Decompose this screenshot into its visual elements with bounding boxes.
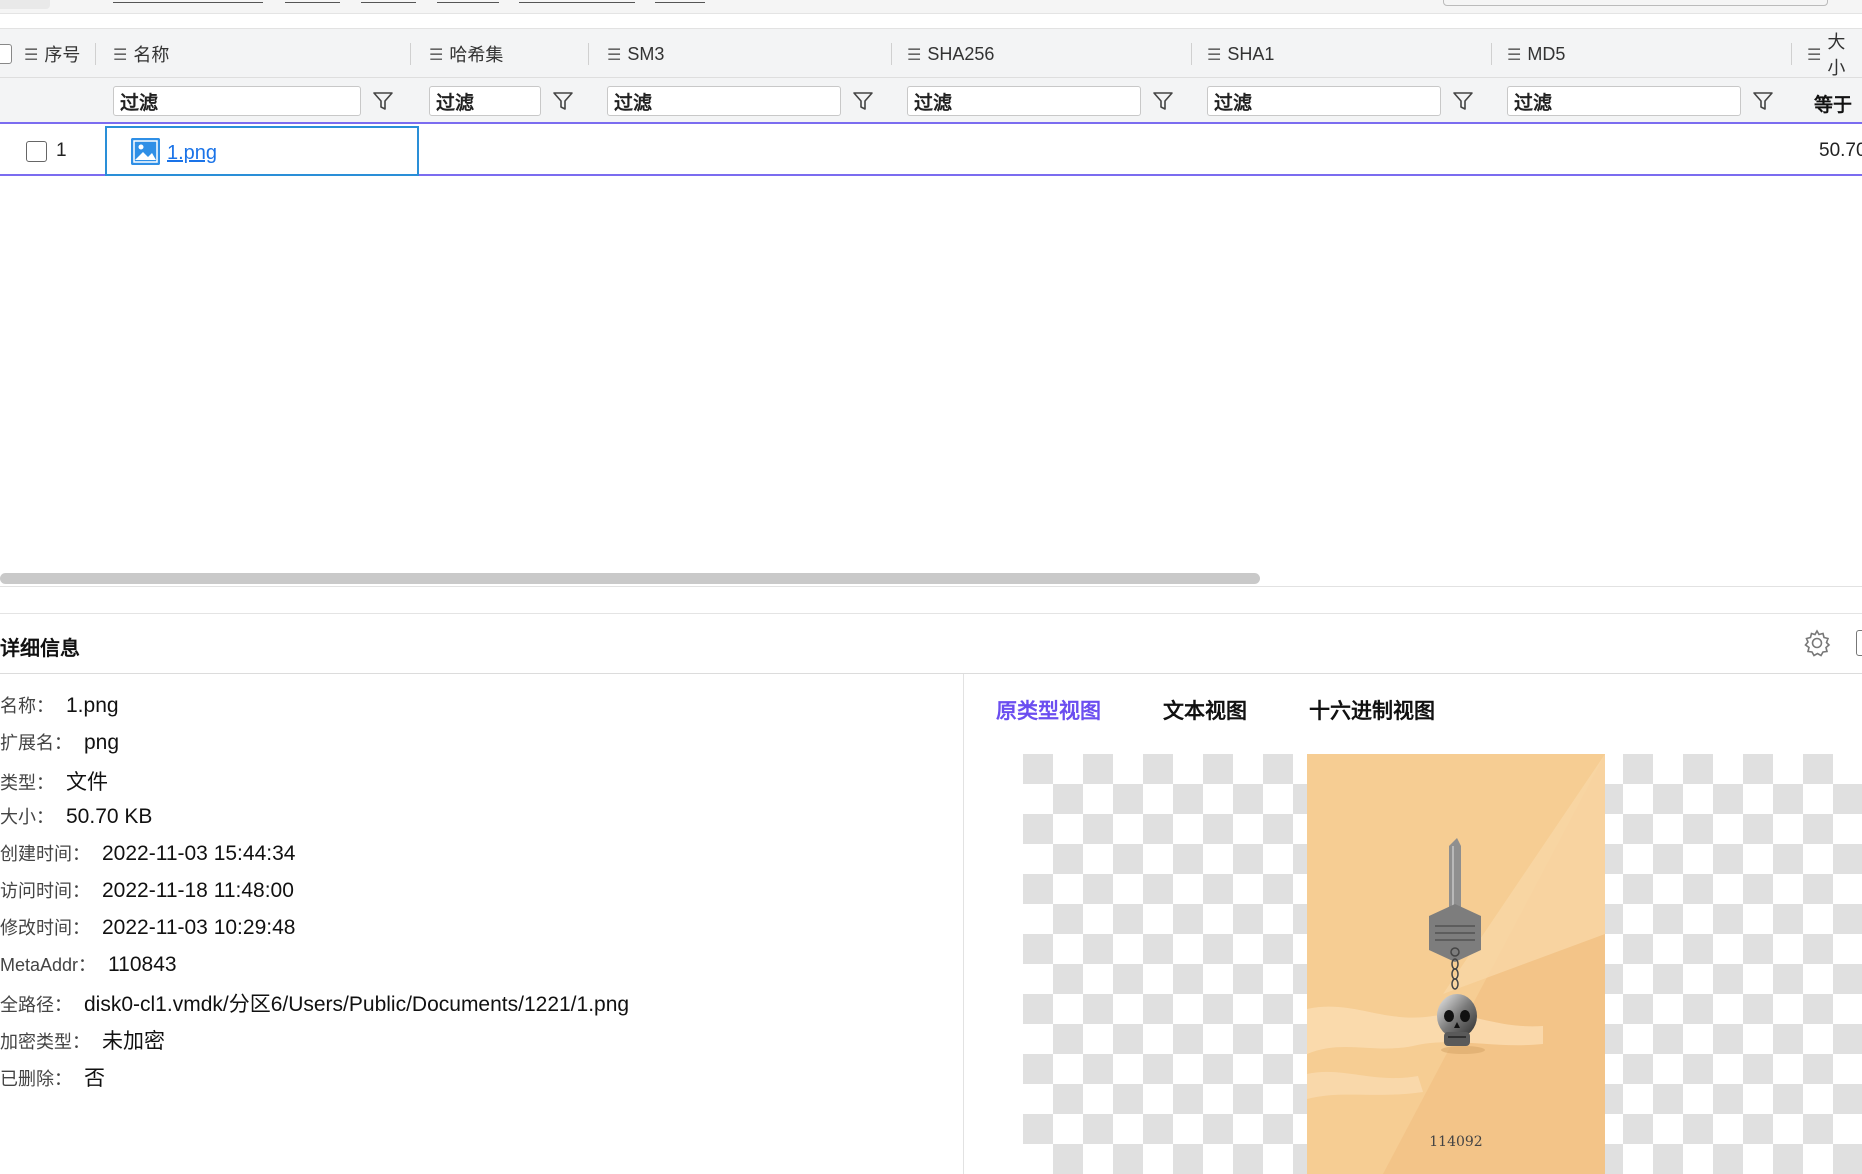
column-header-md5[interactable]: ☰ MD5 xyxy=(1507,29,1792,79)
image-preview: 114092 xyxy=(1023,754,1862,1174)
top-link-2[interactable] xyxy=(285,0,340,3)
list-icon: ☰ xyxy=(907,44,922,64)
filter-icon[interactable] xyxy=(549,86,577,116)
filter-row: 等于 xyxy=(0,78,1862,124)
column-header-size[interactable]: ☰ 大小 xyxy=(1807,29,1862,79)
row-checkbox[interactable] xyxy=(26,141,47,162)
detail-field-size: 大小： 50.70 KB xyxy=(0,805,153,828)
filter-icon[interactable] xyxy=(1749,86,1777,116)
top-link-1[interactable] xyxy=(113,0,263,3)
column-header-sha256[interactable]: ☰ SHA256 xyxy=(907,29,1192,79)
top-link-6[interactable] xyxy=(655,0,705,3)
horizontal-scrollbar[interactable] xyxy=(0,573,1260,584)
detail-field-extension: 扩展名： png xyxy=(0,731,120,754)
top-tab-stub[interactable] xyxy=(0,0,50,9)
file-name-link[interactable]: 1.png xyxy=(167,142,217,165)
list-icon: ☰ xyxy=(1807,44,1822,64)
details-title: 详细信息 xyxy=(0,638,80,660)
row-index: 1 xyxy=(56,140,67,161)
detail-field-metaaddr: MetaAddr： 110843 xyxy=(0,953,177,976)
hashset-filter xyxy=(429,86,577,116)
hashset-filter-input[interactable] xyxy=(429,86,541,116)
column-header-hashset[interactable]: ☰ 哈希集 xyxy=(429,29,589,79)
detail-field-modified: 修改时间： 2022-11-03 10:29:48 xyxy=(0,916,296,939)
sm3-filter-input[interactable] xyxy=(607,86,841,116)
name-filter xyxy=(113,86,397,116)
filter-icon[interactable] xyxy=(849,86,877,116)
divider xyxy=(0,586,1862,587)
panel-splitter[interactable] xyxy=(0,613,1862,614)
top-link-3[interactable] xyxy=(361,0,416,3)
column-header-sm3[interactable]: ☰ SM3 xyxy=(607,29,892,79)
preview-poster: 114092 xyxy=(1307,754,1605,1174)
details-split xyxy=(963,674,964,1174)
divider xyxy=(0,673,1862,674)
maximize-icon[interactable] xyxy=(1856,630,1862,656)
column-header-index[interactable]: ☰ 序号 xyxy=(24,29,96,79)
table-header: ☰ 序号 ☰ 名称 ☰ 哈希集 ☰ SM3 ☰ SHA256 ☰ SHA1 ☰ MD5 ☰ 大小 xyxy=(0,28,1862,78)
select-all-checkbox[interactable] xyxy=(0,44,12,64)
preview-caption: 114092 xyxy=(1429,1134,1482,1150)
gear-icon[interactable] xyxy=(1802,628,1832,658)
detail-field-type: 类型： 文件 xyxy=(0,771,108,794)
column-header-name[interactable]: ☰ 名称 xyxy=(113,29,411,79)
md5-filter xyxy=(1507,86,1777,116)
tab-original-view[interactable]: 原类型视图 xyxy=(996,695,1101,725)
tab-text-view[interactable]: 文本视图 xyxy=(1163,695,1247,725)
sha1-filter-input[interactable] xyxy=(1207,86,1441,116)
filter-icon[interactable] xyxy=(1149,86,1177,116)
size-filter-operator[interactable]: 等于 xyxy=(1814,90,1852,117)
top-link-5[interactable] xyxy=(519,0,635,3)
filter-icon[interactable] xyxy=(369,86,397,116)
image-file-icon xyxy=(131,137,160,165)
sha1-filter xyxy=(1207,86,1477,116)
detail-field-fullpath: 全路径： disk0-cl1.vmdk/分区6/Users/Public/Docu… xyxy=(0,993,630,1016)
filter-icon[interactable] xyxy=(1449,86,1477,116)
top-toolbar xyxy=(0,0,1862,14)
detail-field-encryption: 加密类型： 未加密 xyxy=(0,1030,165,1053)
detail-field-deleted: 已删除：否 xyxy=(0,1067,105,1090)
name-cell[interactable]: 1.png xyxy=(105,126,419,176)
detail-field-created: 创建时间： 2022-11-03 15:44:34 xyxy=(0,842,296,865)
list-icon: ☰ xyxy=(1507,44,1522,64)
sm3-filter xyxy=(607,86,877,116)
sha256-filter xyxy=(907,86,1177,116)
sha256-filter-input[interactable] xyxy=(907,86,1141,116)
view-tabs: 原类型视图 文本视图 十六进制视图 xyxy=(996,695,1497,725)
top-link-4[interactable] xyxy=(437,0,499,3)
name-filter-input[interactable] xyxy=(113,86,361,116)
list-icon: ☰ xyxy=(113,44,128,64)
top-search-input[interactable] xyxy=(1443,0,1828,6)
tab-hex-view[interactable]: 十六进制视图 xyxy=(1309,695,1435,725)
list-icon: ☰ xyxy=(607,44,622,64)
list-icon: ☰ xyxy=(1207,44,1222,64)
column-header-sha1[interactable]: ☰ SHA1 xyxy=(1207,29,1492,79)
list-icon: ☰ xyxy=(24,44,39,64)
table-row[interactable]: 1 1.png 50.70 xyxy=(0,126,1862,176)
row-size: 50.70 xyxy=(1819,140,1862,161)
detail-field-accessed: 访问时间： 2022-11-18 11:48:00 xyxy=(0,879,294,902)
detail-field-name: 名称： 1.png xyxy=(0,694,119,717)
list-icon: ☰ xyxy=(429,44,444,64)
md5-filter-input[interactable] xyxy=(1507,86,1741,116)
